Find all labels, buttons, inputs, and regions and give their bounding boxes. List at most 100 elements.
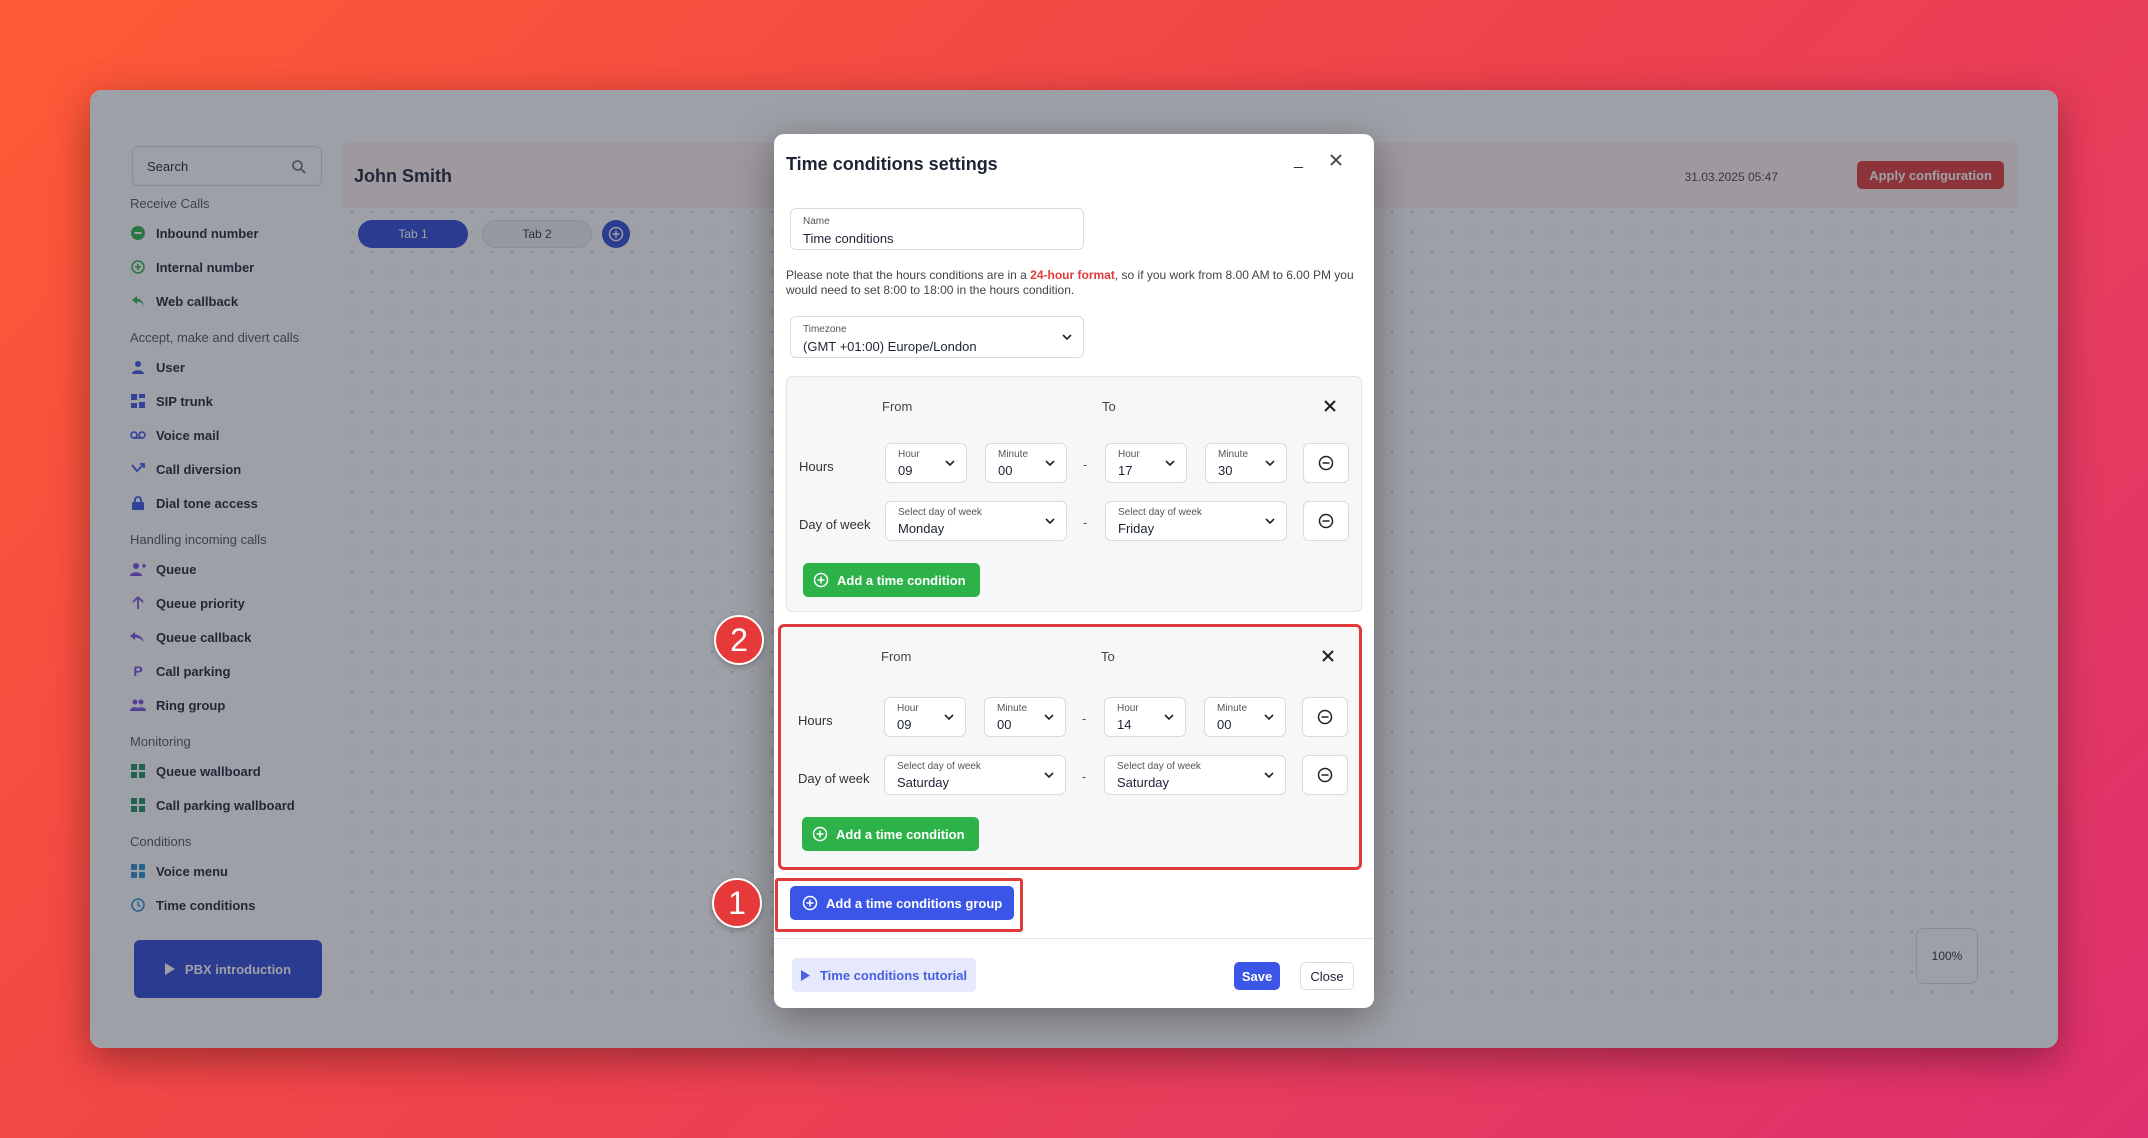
day-select-label: Select day of week — [898, 507, 982, 518]
chevron-down-icon — [1264, 772, 1274, 779]
day-select-label: Select day of week — [1117, 761, 1201, 772]
day-select-label: Select day of week — [1118, 507, 1202, 518]
time-conditions-tutorial-button[interactable]: Time conditions tutorial — [792, 958, 976, 992]
chevron-down-icon — [1045, 460, 1055, 467]
add-group-label: Add a time conditions group — [826, 895, 1003, 911]
plus-circle-icon — [813, 572, 829, 588]
add-time-conditions-group-button[interactable]: Add a time conditions group — [790, 886, 1015, 920]
chevron-down-icon — [1165, 460, 1175, 467]
day-of-week-label: Day of week — [799, 517, 871, 532]
plus-circle-icon — [802, 895, 818, 911]
hours-label: Hours — [798, 713, 833, 728]
close-icon[interactable] — [1326, 150, 1346, 170]
from-minute-value: 00 — [998, 463, 1013, 478]
chevron-down-icon — [1045, 518, 1055, 525]
time-conditions-group-1: From To Hours Hour 09 Minute 00 - Hour 1… — [786, 376, 1362, 612]
minimize-button[interactable]: _ — [1294, 152, 1303, 170]
time-conditions-modal: Time conditions settings _ Name Time con… — [774, 134, 1374, 1008]
from-day-select[interactable]: Select day of week Saturday — [884, 755, 1066, 795]
from-day-select[interactable]: Select day of week Monday — [885, 501, 1067, 541]
to-day-value: Saturday — [1117, 775, 1170, 790]
timezone-label: Timezone — [803, 324, 847, 335]
minute-label: Minute — [998, 449, 1029, 460]
chevron-down-icon — [945, 460, 955, 467]
time-conditions-group-2: From To Hours Hour 09 Minute 00 - Hour 1… — [778, 624, 1362, 870]
add-time-condition-button[interactable]: Add a time condition — [802, 817, 979, 851]
to-header: To — [1102, 399, 1116, 414]
minus-circle-icon — [1317, 767, 1333, 783]
range-dash: - — [1082, 769, 1087, 784]
save-button[interactable]: Save — [1234, 962, 1280, 990]
to-hour-select[interactable]: Hour 14 — [1104, 697, 1186, 737]
name-field-value: Time conditions — [803, 231, 894, 246]
from-hour-value: 09 — [897, 717, 912, 732]
hour-label: Hour — [898, 449, 920, 460]
modal-title: Time conditions settings — [786, 154, 998, 174]
hour-label: Hour — [1117, 703, 1139, 714]
play-icon — [800, 969, 810, 981]
range-dash: - — [1082, 711, 1087, 726]
chevron-down-icon — [1062, 334, 1072, 341]
close-button[interactable]: Close — [1300, 962, 1354, 990]
remove-hours-button[interactable] — [1303, 443, 1349, 483]
to-minute-select[interactable]: Minute 30 — [1205, 443, 1287, 483]
step-badge-2: 2 — [714, 615, 764, 665]
from-hour-value: 09 — [898, 463, 913, 478]
range-dash: - — [1083, 457, 1088, 472]
remove-hours-button[interactable] — [1302, 697, 1348, 737]
chevron-down-icon — [1265, 518, 1275, 525]
note-text: Please note that the hours conditions ar… — [786, 268, 1031, 282]
minute-label: Minute — [1218, 449, 1249, 460]
from-header: From — [882, 399, 913, 414]
chevron-down-icon — [1265, 460, 1275, 467]
remove-day-button[interactable] — [1302, 755, 1348, 795]
to-day-select[interactable]: Select day of week Saturday — [1104, 755, 1286, 795]
to-minute-value: 00 — [1217, 717, 1232, 732]
to-header: To — [1101, 649, 1115, 664]
timezone-select[interactable]: Timezone (GMT +01:00) Europe/London — [790, 316, 1084, 358]
timezone-value: (GMT +01:00) Europe/London — [803, 339, 977, 354]
chevron-down-icon — [1264, 714, 1274, 721]
from-day-value: Saturday — [897, 775, 950, 790]
chevron-down-icon — [944, 714, 954, 721]
to-minute-select[interactable]: Minute 00 — [1204, 697, 1286, 737]
hour-label: Hour — [897, 703, 919, 714]
from-hour-select[interactable]: Hour 09 — [884, 697, 966, 737]
to-day-value: Friday — [1118, 521, 1155, 536]
add-time-condition-label: Add a time condition — [837, 572, 966, 588]
minus-circle-icon — [1318, 455, 1334, 471]
modal-footer-divider — [774, 938, 1374, 939]
plus-circle-icon — [812, 826, 828, 842]
remove-day-button[interactable] — [1303, 501, 1349, 541]
day-of-week-label: Day of week — [798, 771, 870, 786]
tutorial-label: Time conditions tutorial — [819, 967, 968, 983]
remove-group-icon[interactable] — [1323, 399, 1337, 413]
step-badge-1: 1 — [712, 878, 762, 928]
from-minute-select[interactable]: Minute 00 — [984, 697, 1066, 737]
remove-group-icon[interactable] — [1321, 649, 1335, 663]
from-minute-select[interactable]: Minute 00 — [985, 443, 1067, 483]
minute-label: Minute — [997, 703, 1028, 714]
hour-label: Hour — [1118, 449, 1140, 460]
to-day-select[interactable]: Select day of week Friday — [1105, 501, 1287, 541]
to-minute-value: 30 — [1218, 463, 1233, 478]
from-minute-value: 00 — [997, 717, 1012, 732]
add-time-condition-button[interactable]: Add a time condition — [803, 563, 980, 597]
add-time-condition-label: Add a time condition — [836, 826, 965, 842]
name-field[interactable]: Name Time conditions — [790, 208, 1084, 250]
hours-label: Hours — [799, 459, 834, 474]
from-hour-select[interactable]: Hour 09 — [885, 443, 967, 483]
from-day-value: Monday — [898, 521, 945, 536]
minute-label: Minute — [1217, 703, 1248, 714]
to-hour-select[interactable]: Hour 17 — [1105, 443, 1187, 483]
chevron-down-icon — [1044, 772, 1054, 779]
minus-circle-icon — [1318, 513, 1334, 529]
format-note: Please note that the hours conditions ar… — [786, 268, 1362, 298]
name-field-label: Name — [803, 216, 830, 227]
chevron-down-icon — [1044, 714, 1054, 721]
to-hour-value: 17 — [1118, 463, 1133, 478]
from-header: From — [881, 649, 912, 664]
chevron-down-icon — [1164, 714, 1174, 721]
minus-circle-icon — [1317, 709, 1333, 725]
note-highlight: 24-hour format — [1030, 268, 1115, 282]
